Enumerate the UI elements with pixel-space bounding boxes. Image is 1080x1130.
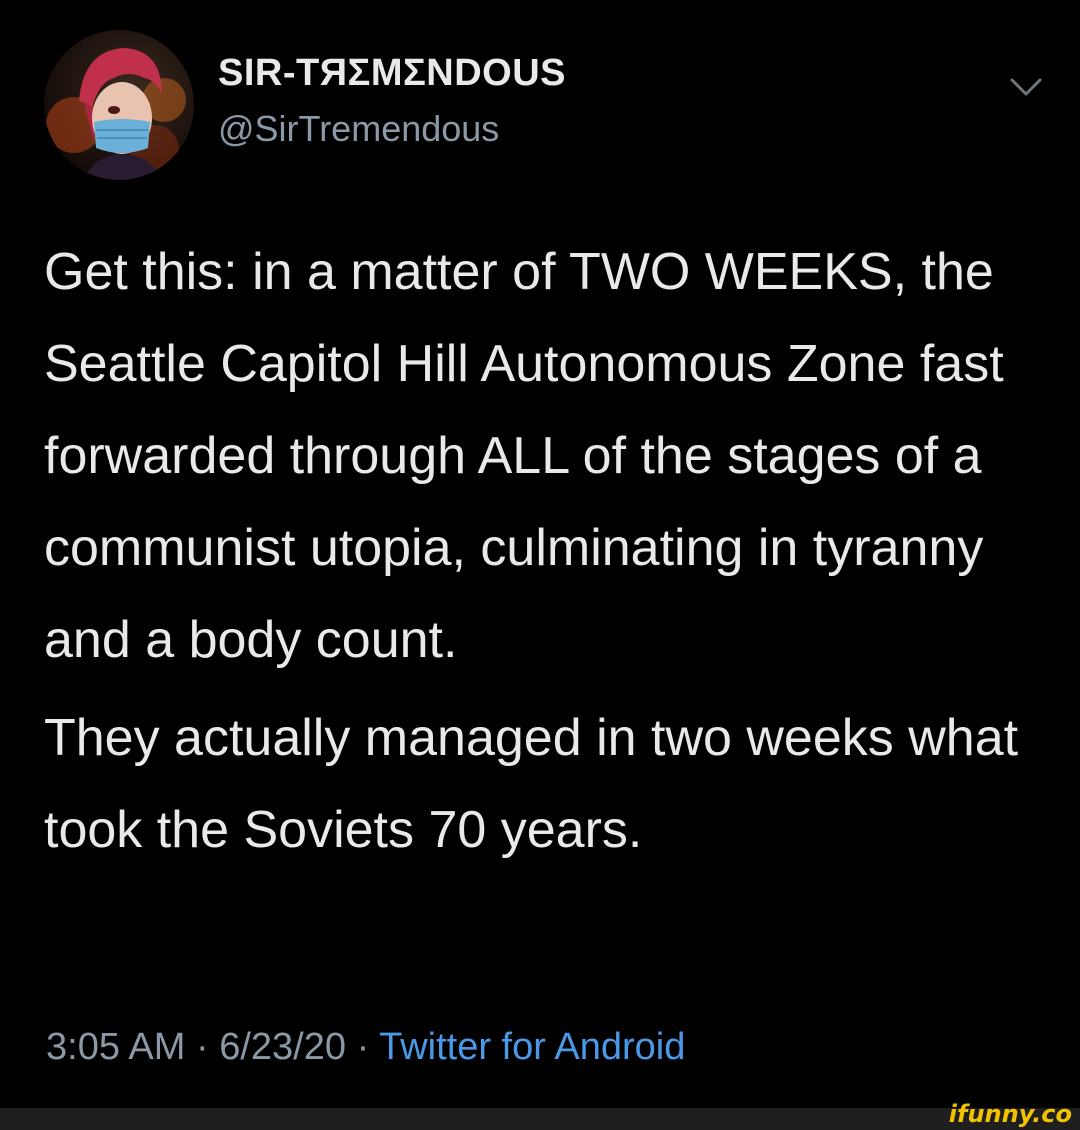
ifunny-watermark: ifunny.co xyxy=(948,1100,1072,1128)
avatar-image xyxy=(46,48,186,180)
tweet-paragraph: Get this: in a matter of TWO WEEKS, the … xyxy=(44,243,1004,669)
separator: · xyxy=(356,1026,370,1068)
tweet-date[interactable]: 6/23/20 xyxy=(219,1026,346,1068)
display-name[interactable]: SIR-TЯΣMΣNDOUS xyxy=(218,52,566,95)
tweet-text: Get this: in a matter of TWO WEEKS, the … xyxy=(44,226,1044,876)
tweet-card: SIR-TЯΣMΣNDOUS @SirTremendous Get this: … xyxy=(0,0,1080,1108)
chevron-down-icon[interactable] xyxy=(1006,70,1046,104)
tweet-time[interactable]: 3:05 AM xyxy=(46,1026,185,1068)
watermark-strip xyxy=(0,1108,1080,1130)
tweet-metadata: 3:05 AM · 6/23/20 · Twitter for Android xyxy=(46,1026,685,1069)
user-avatar[interactable] xyxy=(44,30,194,180)
separator: · xyxy=(195,1026,209,1068)
tweet-paragraph: They actually managed in two weeks what … xyxy=(44,709,1019,859)
tweet-source-link[interactable]: Twitter for Android xyxy=(379,1026,685,1068)
user-handle[interactable]: @SirTremendous xyxy=(218,108,499,150)
